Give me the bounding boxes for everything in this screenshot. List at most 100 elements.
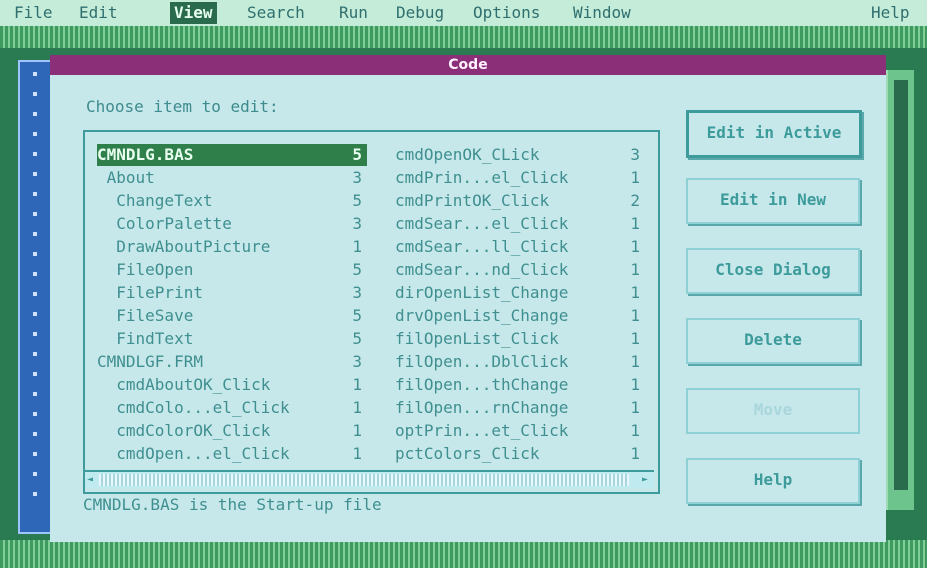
scroll-thumb[interactable] — [99, 474, 629, 486]
menu-debug[interactable]: Debug — [396, 0, 444, 26]
horizontal-scrollbar[interactable]: ◄ ► — [85, 470, 654, 488]
list-item-name: filOpen...thChange — [395, 375, 569, 394]
right-window-edge — [886, 70, 914, 510]
list-item[interactable]: cmdSear...ll_Click 1 — [395, 236, 645, 258]
status-bar-pattern — [0, 540, 927, 568]
list-item[interactable]: filOpen...thChange 1 — [395, 374, 645, 396]
delete-button[interactable]: Delete — [686, 318, 860, 364]
list-item[interactable]: cmdSear...el_Click 1 — [395, 213, 645, 235]
list-item-count: 3 — [352, 283, 362, 302]
list-item[interactable]: DrawAboutPicture 1 — [97, 236, 367, 258]
list-item-count: 3 — [352, 352, 362, 371]
list-item-count: 1 — [352, 421, 362, 440]
list-item-count: 1 — [352, 375, 362, 394]
list-item[interactable]: optPrin...et_Click 1 — [395, 420, 645, 442]
list-item-name: DrawAboutPicture — [97, 237, 271, 256]
list-item-name: ColorPalette — [97, 214, 232, 233]
menu-run[interactable]: Run — [339, 0, 368, 26]
menu-edit[interactable]: Edit — [79, 0, 118, 26]
list-item-count: 5 — [352, 260, 362, 279]
list-item[interactable]: About 3 — [97, 167, 367, 189]
list-item[interactable]: cmdPrin...el_Click 1 — [395, 167, 645, 189]
help-button[interactable]: Help — [686, 458, 860, 504]
list-item[interactable]: filOpen...rnChange 1 — [395, 397, 645, 419]
list-item-name: cmdColorOK_Click — [97, 421, 271, 440]
dialog-title: Code — [50, 55, 886, 75]
list-item-name: About — [97, 168, 155, 187]
list-item-name: cmdOpen...el_Click — [97, 444, 290, 463]
list-item[interactable]: FileSave 5 — [97, 305, 367, 327]
list-item[interactable]: dirOpenList_Change 1 — [395, 282, 645, 304]
list-item[interactable]: FilePrint 3 — [97, 282, 367, 304]
list-item-count: 1 — [630, 352, 640, 371]
scroll-left-icon[interactable]: ◄ — [87, 472, 97, 488]
list-item[interactable]: FindText 5 — [97, 328, 367, 350]
list-item[interactable]: cmdAboutOK_Click 1 — [97, 374, 367, 396]
list-item-count: 5 — [352, 329, 362, 348]
list-item[interactable]: cmdOpenOK_CLick 3 — [395, 144, 645, 166]
list-item[interactable]: cmdSear...nd_Click 1 — [395, 259, 645, 281]
list-item-count: 1 — [630, 375, 640, 394]
list-item[interactable]: cmdColo...el_Click 1 — [97, 397, 367, 419]
list-item-name: cmdSear...nd_Click — [395, 260, 569, 279]
list-item-name: drvOpenList_Change — [395, 306, 569, 325]
menu-help[interactable]: Help — [871, 0, 910, 26]
prompt-label: Choose item to edit: — [86, 97, 279, 116]
startup-file-note: CMNDLG.BAS is the Start-up file — [83, 495, 382, 514]
list-item[interactable]: cmdOpen...el_Click 1 — [97, 443, 367, 465]
list-item[interactable]: CMNDLGF.FRM 3 — [97, 351, 367, 373]
list-item-name: ChangeText — [97, 191, 213, 210]
items-listbox[interactable]: CMNDLG.BAS 5 About 3 ChangeText 5 ColorPale… — [83, 130, 660, 494]
list-item-name: cmdPrintOK_Click — [395, 191, 550, 210]
list-item-name: CMNDLG.BAS — [97, 145, 194, 164]
list-item[interactable]: ChangeText 5 — [97, 190, 367, 212]
list-item-name: cmdSear...el_Click — [395, 214, 569, 233]
list-item-name: FileOpen — [97, 260, 194, 279]
list-item-count: 1 — [630, 421, 640, 440]
list-item-name: optPrin...et_Click — [395, 421, 569, 440]
close-dialog-button[interactable]: Close Dialog — [686, 248, 860, 294]
edit-in-active-button[interactable]: Edit in Active — [686, 110, 862, 158]
list-item-name: filOpen...rnChange — [395, 398, 569, 417]
menu-search[interactable]: Search — [247, 0, 305, 26]
list-item-count: 3 — [352, 168, 362, 187]
list-item-count: 1 — [630, 444, 640, 463]
list-item[interactable]: pctColors_Click 1 — [395, 443, 645, 465]
list-item[interactable]: cmdPrintOK_Click 2 — [395, 190, 645, 212]
list-item-count: 5 — [352, 145, 362, 164]
list-item[interactable]: filOpen...DblClick 1 — [395, 351, 645, 373]
list-item-count: 1 — [630, 168, 640, 187]
list-item[interactable]: FileOpen 5 — [97, 259, 367, 281]
list-item-count: 1 — [630, 283, 640, 302]
list-item-count: 1 — [630, 329, 640, 348]
move-button[interactable]: Move — [686, 388, 860, 434]
list-item-count: 3 — [352, 214, 362, 233]
list-item-count: 2 — [630, 191, 640, 210]
list-item-count: 5 — [352, 191, 362, 210]
list-item[interactable]: cmdColorOK_Click 1 — [97, 420, 367, 442]
list-item-name: cmdOpenOK_CLick — [395, 145, 540, 164]
edit-in-new-button[interactable]: Edit in New — [686, 178, 860, 224]
list-item[interactable]: filOpenList_Click 1 — [395, 328, 645, 350]
list-item-name: cmdColo...el_Click — [97, 398, 290, 417]
scroll-right-icon[interactable]: ► — [642, 472, 652, 488]
list-item-name: pctColors_Click — [395, 444, 540, 463]
list-item-count: 1 — [630, 237, 640, 256]
background-pattern-strip — [0, 26, 927, 48]
menu-options[interactable]: Options — [473, 0, 540, 26]
menu-window[interactable]: Window — [573, 0, 631, 26]
list-item-name: FileSave — [97, 306, 194, 325]
list-item[interactable]: drvOpenList_Change 1 — [395, 305, 645, 327]
list-item[interactable]: ColorPalette 3 — [97, 213, 367, 235]
code-window-edge — [18, 60, 54, 534]
list-item-count: 1 — [352, 444, 362, 463]
list-item-name: CMNDLGF.FRM — [97, 352, 203, 371]
list-item-name: filOpenList_Click — [395, 329, 559, 348]
list-item-count: 1 — [352, 237, 362, 256]
list-item-count: 1 — [352, 398, 362, 417]
list-item-name: cmdPrin...el_Click — [395, 168, 569, 187]
menu-file[interactable]: File — [14, 0, 53, 26]
menu-view[interactable]: View — [170, 2, 217, 24]
list-item[interactable]: CMNDLG.BAS 5 — [97, 144, 367, 166]
list-item-name: FindText — [97, 329, 194, 348]
